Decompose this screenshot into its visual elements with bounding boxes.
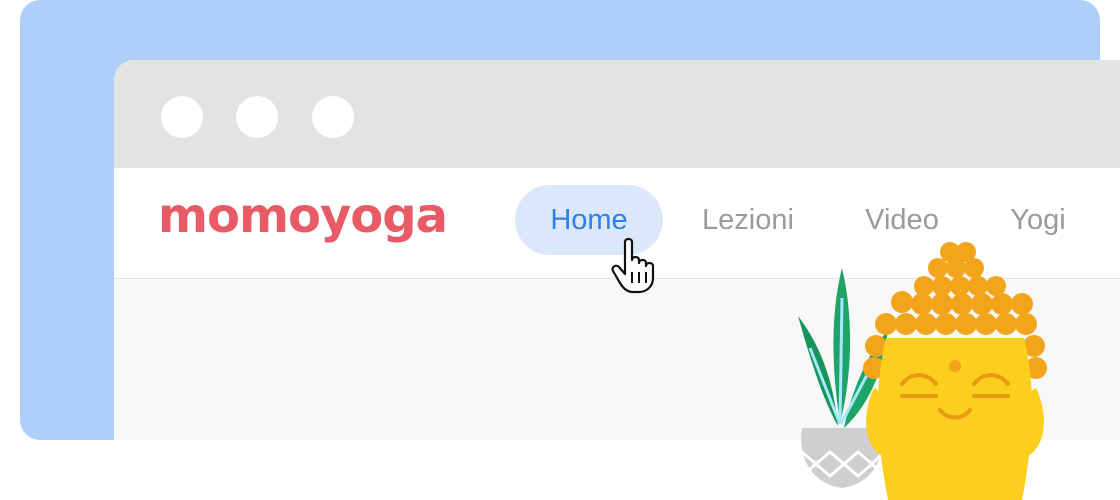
brand-logo[interactable]: momoyoga [158, 186, 448, 246]
window-control-dot[interactable] [312, 96, 354, 138]
pointer-hand-icon [611, 237, 655, 294]
nav-item-lezioni[interactable]: Lezioni [696, 185, 800, 255]
window-control-dot[interactable] [236, 96, 278, 138]
illustration [798, 242, 1047, 500]
buddha-head-icon [863, 242, 1047, 500]
title-bar [114, 60, 1120, 168]
window-control-dot[interactable] [161, 96, 203, 138]
